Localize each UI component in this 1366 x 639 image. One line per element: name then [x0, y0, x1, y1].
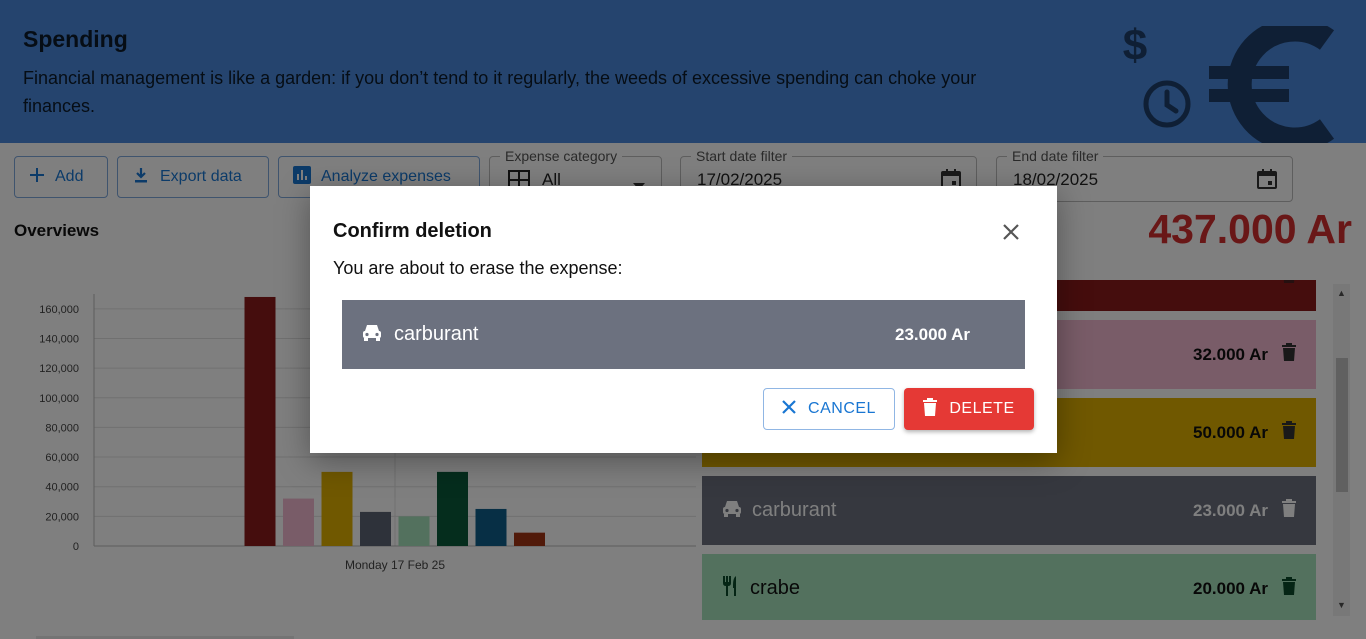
dialog-message: You are about to erase the expense:	[333, 258, 623, 278]
dialog-expense-amount: 23.000 Ar	[895, 324, 970, 344]
trash-icon	[923, 397, 938, 421]
car-icon	[362, 323, 382, 346]
close-icon	[782, 399, 796, 419]
confirm-deletion-dialog: Confirm deletion You are about to erase …	[310, 186, 1057, 453]
dialog-expense-name: carburant	[394, 323, 479, 345]
delete-button[interactable]: DELETE	[904, 388, 1034, 430]
delete-label: DELETE	[949, 400, 1015, 417]
expense-preview-card: carburant 23.000 Ar	[342, 300, 1025, 369]
close-icon[interactable]	[999, 220, 1023, 244]
cancel-label: CANCEL	[808, 400, 876, 417]
dialog-title: Confirm deletion	[333, 220, 492, 242]
cancel-button[interactable]: CANCEL	[763, 388, 895, 430]
